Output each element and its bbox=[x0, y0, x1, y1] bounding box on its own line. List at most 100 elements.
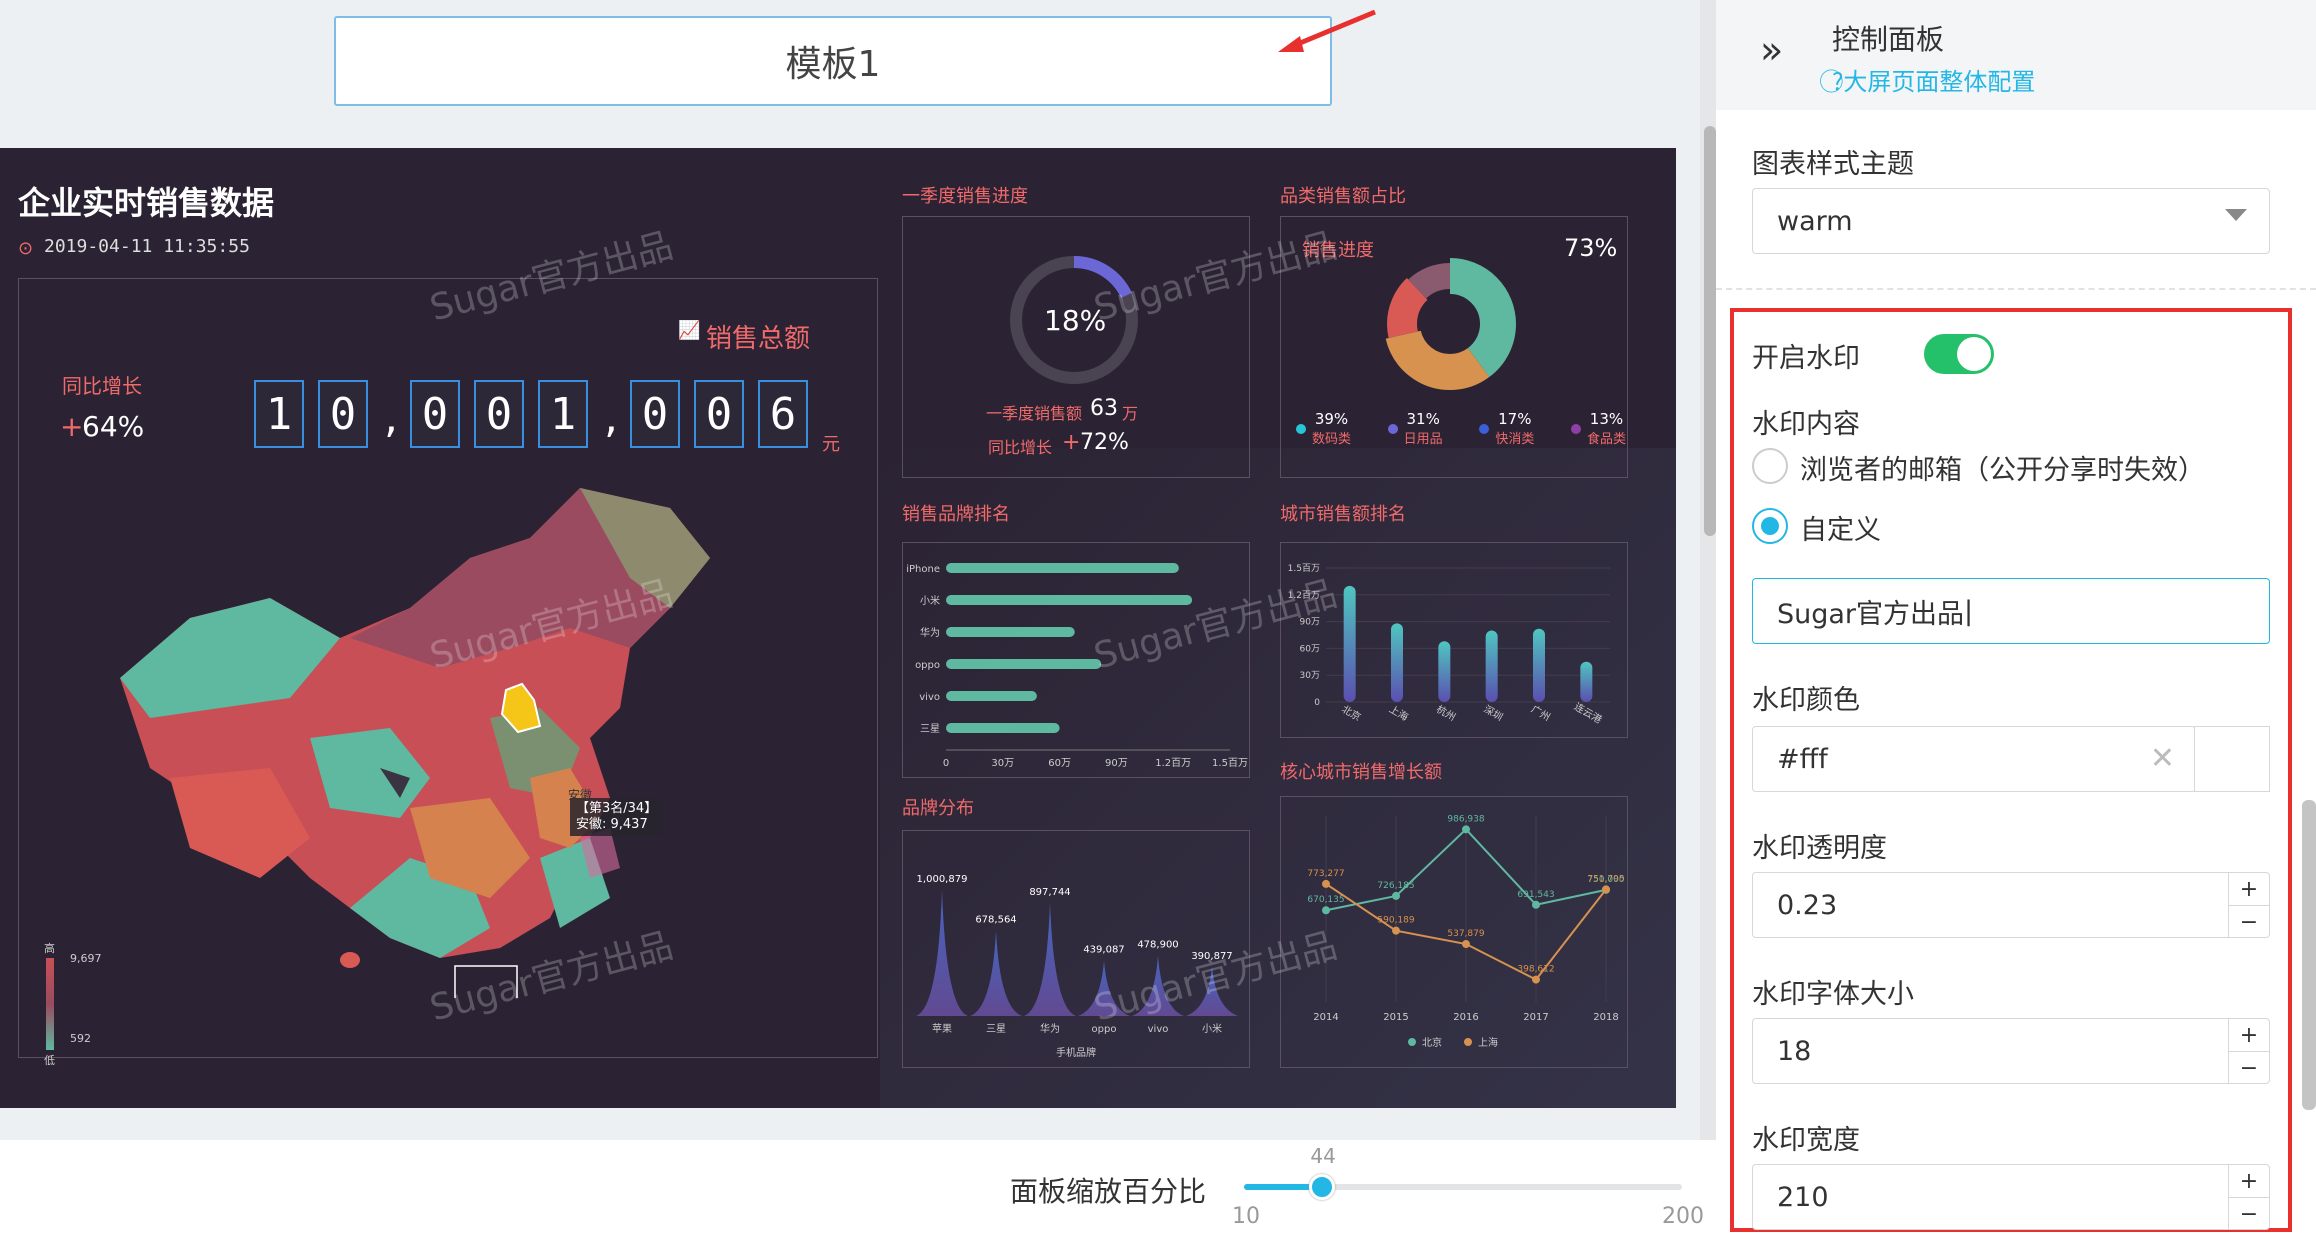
bar-category-label: iPhone bbox=[906, 564, 940, 575]
x-tick-label: 杭州 bbox=[1434, 702, 1458, 723]
brand-dist-chart[interactable]: 1,000,879 苹果 678,564 三星 897,744 华为 439,087 oppo… bbox=[902, 830, 1250, 1068]
data-label: 773,277 bbox=[1307, 869, 1344, 879]
data-point bbox=[1392, 926, 1400, 935]
core-city-title: 核心城市销售增长额 bbox=[1280, 762, 1442, 783]
area-peak bbox=[1024, 902, 1076, 1016]
bar bbox=[1343, 585, 1356, 702]
zoom-min: 10 bbox=[1232, 1204, 1260, 1229]
sales-digit: 0 bbox=[318, 380, 368, 448]
zoom-max: 200 bbox=[1662, 1204, 1704, 1229]
q1-yoy-label: 同比增长 bbox=[988, 438, 1053, 457]
decrement-icon[interactable]: − bbox=[2229, 906, 2269, 938]
radio-email[interactable] bbox=[1752, 448, 1788, 484]
sales-comma: , bbox=[604, 392, 618, 443]
data-label: 590,189 bbox=[1377, 916, 1414, 926]
category-title: 品类销售额占比 bbox=[1280, 186, 1406, 207]
bar bbox=[946, 691, 1037, 701]
bar bbox=[1391, 623, 1403, 702]
brand-rank-title: 销售品牌排名 bbox=[902, 504, 1010, 525]
x-tick-label: 连云港 bbox=[1572, 700, 1604, 726]
brand-dist-title: 品牌分布 bbox=[902, 798, 974, 819]
q1-sales-unit: 万 bbox=[1122, 404, 1139, 423]
opacity-stepper[interactable]: + − bbox=[2228, 873, 2269, 937]
category-name: 快消类 bbox=[1495, 432, 1535, 447]
template-title-input[interactable]: 模板1 bbox=[334, 16, 1332, 106]
clear-icon[interactable]: ✕ bbox=[2150, 741, 2175, 776]
x-tick-label: 三星 bbox=[986, 1023, 1006, 1035]
q1-sales-value: 63 bbox=[1090, 396, 1118, 421]
watermark-toggle[interactable] bbox=[1924, 334, 1994, 374]
zoom-bar: 面板缩放百分比 44 10 200 bbox=[0, 1140, 1716, 1238]
zoom-slider[interactable] bbox=[1244, 1174, 1682, 1200]
dashboard-canvas[interactable]: 企业实时销售数据 ⊙ 2019-04-11 11:35:55 📈 销售总额 同比… bbox=[0, 148, 1676, 1108]
help-link[interactable]: ?⃝大屏页面整体配置 bbox=[1832, 62, 2035, 97]
watermark-content-label: 水印内容 bbox=[1752, 409, 1860, 440]
category-percent: 73% bbox=[1564, 234, 1618, 262]
panel-scrollbar-thumb[interactable] bbox=[2302, 800, 2316, 1110]
legend-label: 北京 bbox=[1422, 1036, 1442, 1049]
legend-high: 高 bbox=[44, 942, 55, 955]
annotation-arrow-icon bbox=[1278, 9, 1376, 52]
category-pct: 31% bbox=[1406, 410, 1440, 428]
canvas-scrollbar-thumb[interactable] bbox=[1704, 126, 1716, 536]
y-tick-label: 90万 bbox=[1300, 618, 1320, 628]
area-peak bbox=[916, 890, 968, 1016]
x-tick-label: vivo bbox=[1148, 1024, 1169, 1035]
x-tick-label: 1.2百万 bbox=[1155, 757, 1191, 769]
data-label: 691,543 bbox=[1517, 890, 1554, 900]
core-city-chart[interactable]: 2014 2015 2016 2017 2018 670,135 726,185 986,93… bbox=[1280, 796, 1628, 1068]
data-label: 897,744 bbox=[1029, 887, 1070, 898]
watermark-fontsize-input[interactable]: 18 + − bbox=[1752, 1018, 2270, 1084]
radio-custom-label: 自定义 bbox=[1800, 515, 1881, 546]
increment-icon[interactable]: + bbox=[2229, 1165, 2269, 1198]
y-tick-label: 1.2百万 bbox=[1288, 590, 1320, 601]
watermark-width-input[interactable]: 210 + − bbox=[1752, 1164, 2270, 1230]
increment-icon[interactable]: + bbox=[2229, 873, 2269, 906]
map-tooltip-value: 安徽: 9,437 bbox=[576, 817, 648, 832]
x-tick-label: 北京 bbox=[1340, 702, 1364, 723]
x-tick-label: 广州 bbox=[1529, 703, 1552, 723]
map-legend-bar[interactable] bbox=[46, 958, 54, 1050]
category-legend: 39% 数码类 31% 日用品 17% 快消类 13% 食品类 bbox=[1296, 410, 1626, 460]
x-tick-label: oppo bbox=[1092, 1024, 1117, 1035]
watermark-width-label: 水印宽度 bbox=[1752, 1125, 1860, 1156]
data-label: 439,087 bbox=[1083, 945, 1124, 956]
city-rank-chart[interactable]: 0 30万 60万 90万 1.2百万 1.5百万北京 上海 杭州 深圳 广州 连云港 bbox=[1280, 542, 1628, 738]
category-pct: 39% bbox=[1314, 410, 1349, 428]
control-panel: » 控制面板 ?⃝大屏页面整体配置 图表样式主题 warm 开启水印 水印内容 … bbox=[1716, 0, 2316, 1238]
data-label: 751,795 bbox=[1587, 874, 1624, 884]
theme-select[interactable]: warm bbox=[1752, 188, 2270, 254]
legend-max: 9,697 bbox=[70, 952, 102, 965]
x-tick-label: 2014 bbox=[1313, 1012, 1338, 1023]
watermark-text-input[interactable]: Sugar官方出品 | bbox=[1752, 578, 2270, 644]
china-map[interactable] bbox=[110, 478, 780, 998]
radio-custom[interactable] bbox=[1752, 508, 1788, 544]
watermark-opacity-input[interactable]: 0.23 + − bbox=[1752, 872, 2270, 938]
decrement-icon[interactable]: − bbox=[2229, 1198, 2269, 1230]
increment-icon[interactable]: + bbox=[2229, 1019, 2269, 1052]
legend-dot-icon bbox=[1387, 424, 1398, 434]
control-panel-title: 控制面板 bbox=[1832, 23, 1945, 56]
radio-email-label: 浏览者的邮箱（公开分享时失效） bbox=[1800, 455, 2205, 486]
bar-category-label: 小米 bbox=[920, 594, 940, 607]
sales-digit: 0 bbox=[410, 380, 460, 448]
watermark-color-value: #fff bbox=[1777, 743, 1828, 775]
color-swatch[interactable] bbox=[2194, 726, 2270, 792]
watermark-fontsize-label: 水印字体大小 bbox=[1752, 979, 1914, 1010]
data-label: 726,185 bbox=[1377, 881, 1414, 891]
data-point bbox=[1322, 879, 1330, 888]
data-label: 478,900 bbox=[1137, 940, 1178, 951]
decrement-icon[interactable]: − bbox=[2229, 1052, 2269, 1084]
collapse-panel-icon[interactable]: » bbox=[1760, 28, 1783, 72]
width-stepper[interactable]: + − bbox=[2228, 1165, 2269, 1229]
text-caret: | bbox=[1964, 595, 1974, 627]
fontsize-stepper[interactable]: + − bbox=[2228, 1019, 2269, 1083]
toggle-knob bbox=[1957, 337, 1991, 371]
yoy-label: 同比增长 bbox=[62, 374, 142, 398]
zoom-slider-handle[interactable] bbox=[1309, 1174, 1336, 1200]
trend-icon: 📈 bbox=[678, 320, 701, 341]
brand-rank-chart[interactable]: iPhone 小米华为 oppo vivo 三星 0 30万 60万 90万 1.2百万 1.5百万 bbox=[902, 542, 1250, 778]
watermark-color-input[interactable]: #fff ✕ bbox=[1752, 726, 2196, 792]
clock-icon: ⊙ bbox=[18, 238, 34, 259]
watermark-text-value: Sugar官方出品 bbox=[1777, 598, 1965, 630]
